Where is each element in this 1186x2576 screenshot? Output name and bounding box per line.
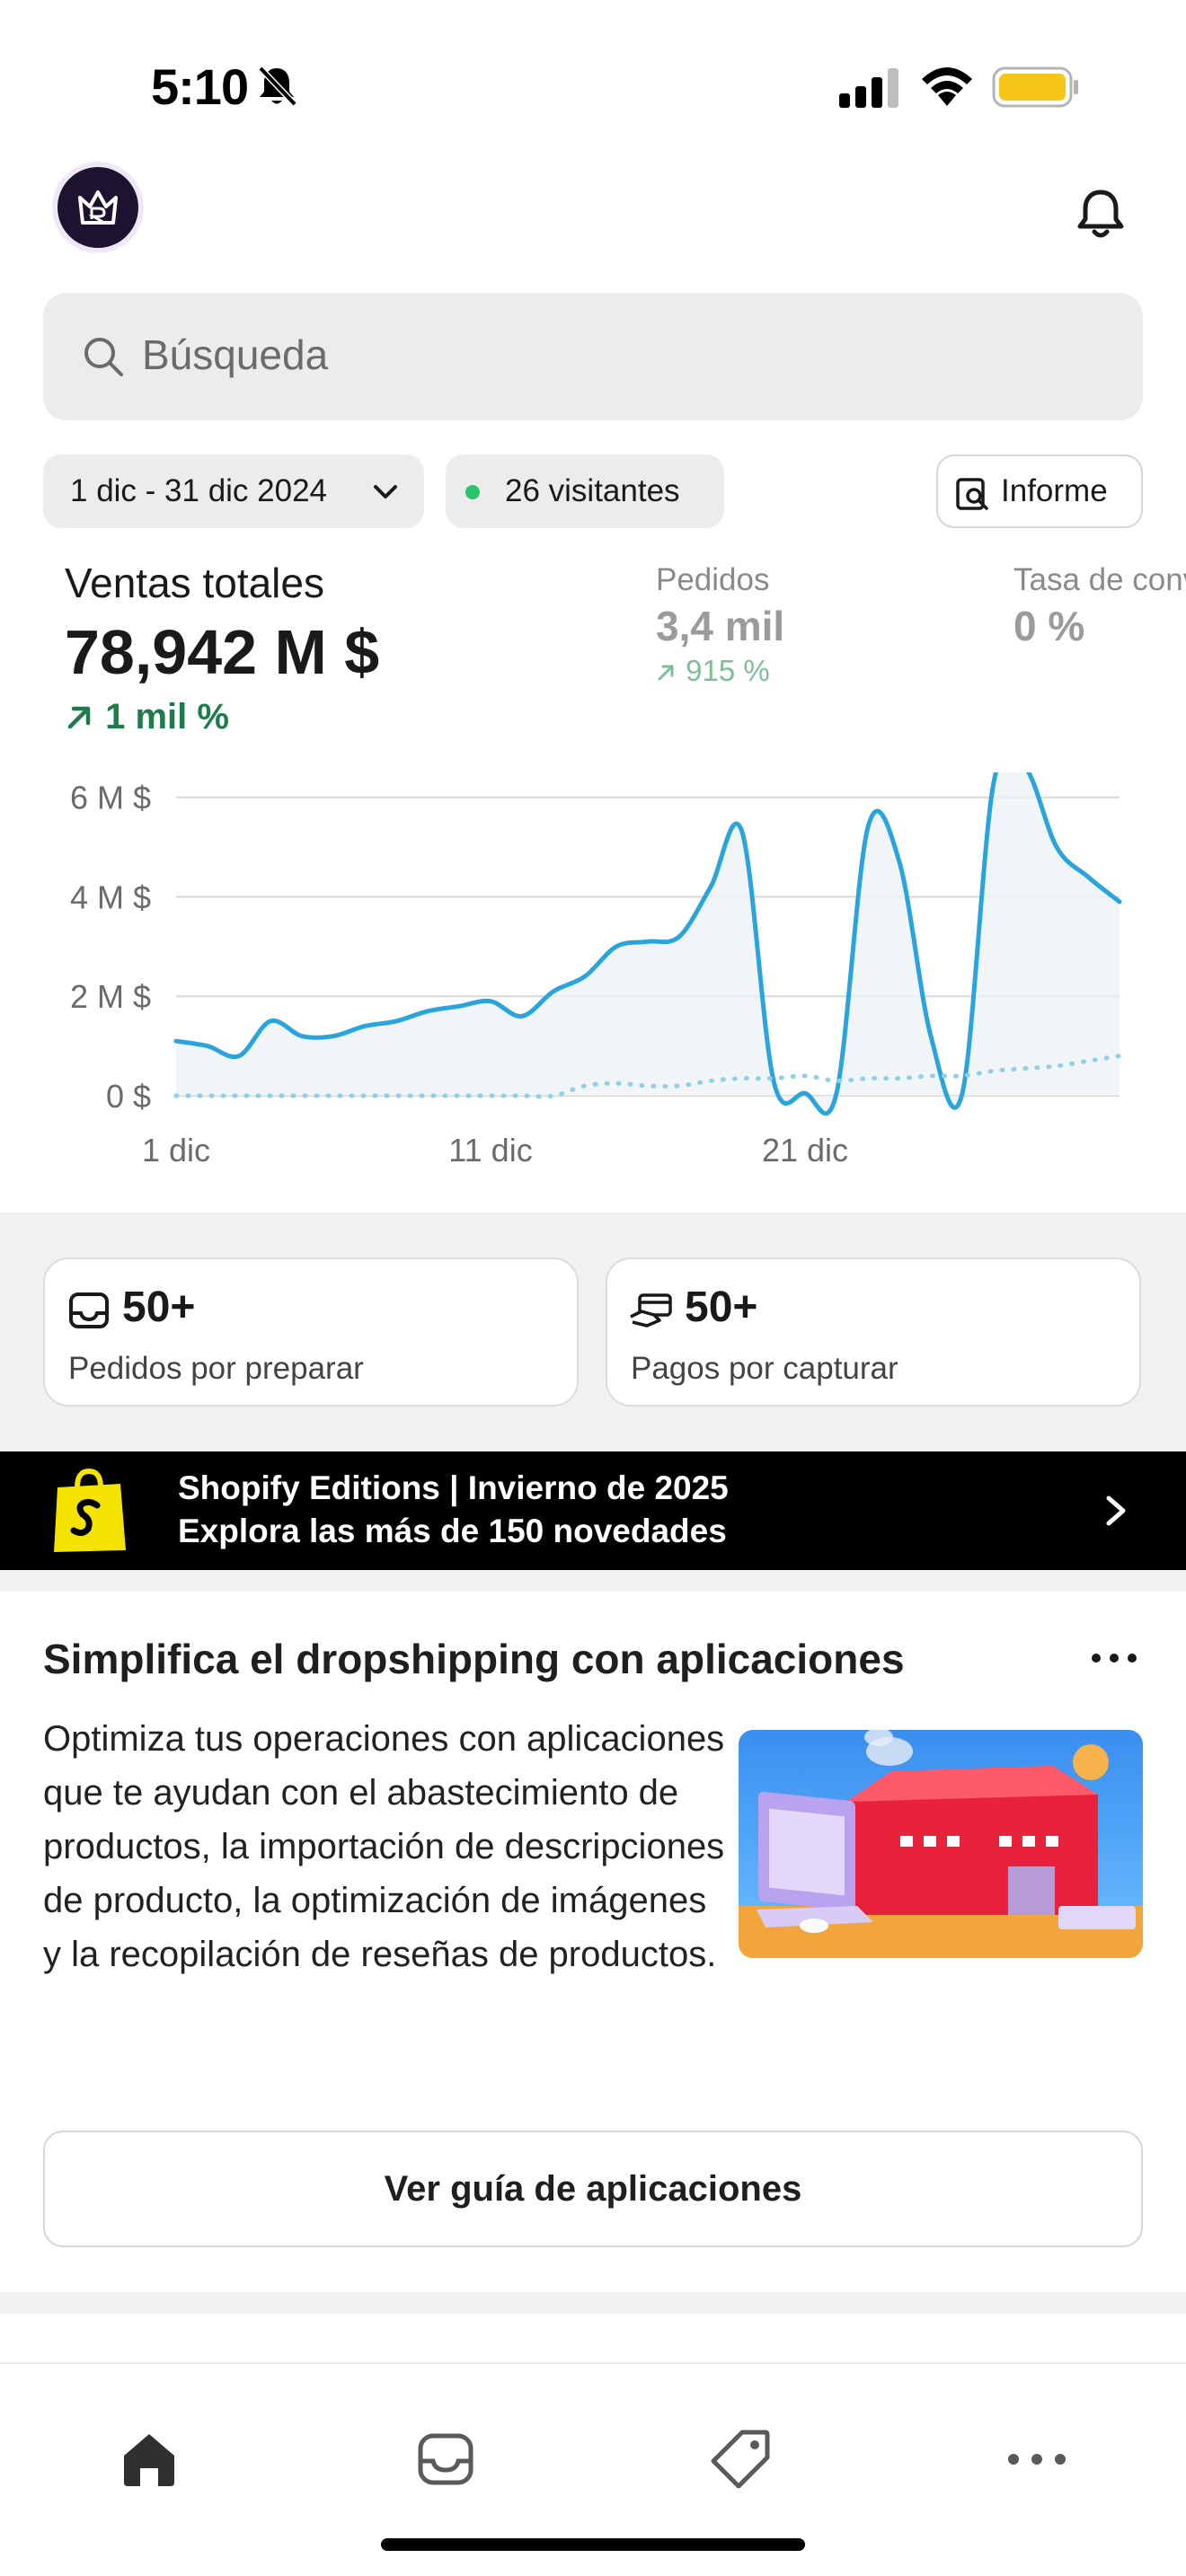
guide-description: Optimiza tus operaciones con aplicacione… <box>43 1719 725 1974</box>
shopify-editions-banner[interactable]: Shopify Editions | Invierno de 2025 Expl… <box>0 1451 1186 1570</box>
y-tick-label: 0 $ <box>106 1078 151 1115</box>
warehouse-illustration <box>739 1730 1143 1958</box>
store-crown-logo-icon <box>78 190 118 225</box>
tag-icon[interactable] <box>708 2427 773 2492</box>
bell-icon[interactable] <box>1069 183 1132 246</box>
arrow-up-right-icon <box>658 665 674 681</box>
battery-icon <box>992 66 1078 108</box>
promo-title: Shopify Editions | Invierno de 2025 <box>178 1469 729 1506</box>
search-input[interactable]: Búsqueda <box>43 293 1143 420</box>
report-search-icon <box>956 478 988 510</box>
orders-label: Pedidos <box>656 562 770 597</box>
home-indicator <box>381 2538 805 2551</box>
total-sales-change: 1 mil % <box>65 697 229 737</box>
chevron-down-icon <box>374 485 397 498</box>
metric-conversion[interactable]: Tasa de conversión 0 % <box>1013 548 1186 665</box>
orders-change-value: 915 % <box>686 654 770 687</box>
conversion-label: Tasa de conversión <box>1013 562 1186 597</box>
y-tick-label: 6 M $ <box>70 780 151 816</box>
orders-to-fulfill-count: 50+ <box>122 1284 196 1331</box>
live-status-dot <box>465 485 480 499</box>
more-icon[interactable] <box>1005 2427 1069 2492</box>
inbox-icon[interactable] <box>413 2427 478 2492</box>
x-tick-label: 21 dic <box>762 1132 848 1169</box>
date-range-label: 1 dic - 31 dic 2024 <box>70 473 328 508</box>
y-tick-label: 2 M $ <box>70 978 151 1015</box>
visitors-label: 26 visitantes <box>505 473 680 508</box>
section-divider <box>0 1570 1186 1592</box>
payments-to-capture-count: 50+ <box>685 1284 758 1331</box>
sales-chart: 0 $ 2 M $ 4 M $ 6 M $ 1 dic 11 dic 21 dic <box>70 772 1122 1169</box>
store-logo[interactable] <box>52 162 144 253</box>
total-sales-label: Ventas totales <box>65 560 324 606</box>
inbox-icon <box>69 1292 109 1328</box>
orders-to-fulfill-label: Pedidos por preparar <box>68 1351 364 1386</box>
guide-title: Simplifica el dropshipping con aplicacio… <box>43 1636 905 1682</box>
report-label: Informe <box>1001 473 1108 508</box>
y-tick-label: 4 M $ <box>70 878 151 915</box>
orders-value: 3,4 mil <box>656 603 785 649</box>
payment-icon <box>630 1293 672 1328</box>
shopify-bag-icon <box>54 1468 126 1552</box>
payments-to-capture-label: Pagos por capturar <box>631 1351 898 1386</box>
cellular-signal-icon <box>839 68 898 108</box>
search-icon <box>84 338 123 376</box>
silent-mode-icon <box>258 66 297 107</box>
chevron-right-icon <box>1106 1495 1126 1526</box>
date-range-selector[interactable]: 1 dic - 31 dic 2024 <box>43 454 424 528</box>
x-tick-label: 1 dic <box>142 1132 210 1169</box>
arrow-up-right-icon <box>67 706 91 729</box>
status-time: 5:10 <box>151 58 249 115</box>
report-button[interactable]: Informe <box>936 454 1143 528</box>
search-placeholder: Búsqueda <box>142 331 329 378</box>
total-sales-change-value: 1 mil % <box>105 697 229 737</box>
live-visitors-pill[interactable]: 26 visitantes <box>446 454 724 528</box>
orders-change: 915 % <box>656 654 770 688</box>
status-bar: 5:10 <box>0 0 1186 162</box>
conversion-value: 0 % <box>1013 603 1085 649</box>
more-options-icon[interactable] <box>1089 1647 1139 1669</box>
view-apps-guide-button[interactable]: Ver guía de aplicaciones <box>43 2130 1143 2247</box>
wifi-icon <box>922 67 972 106</box>
payments-to-capture-card[interactable]: 50+ Pagos por capturar <box>606 1257 1141 1407</box>
promo-subtitle: Explora las más de 150 novedades <box>178 1513 727 1549</box>
x-tick-label: 11 dic <box>448 1132 532 1169</box>
orders-to-fulfill-card[interactable]: 50+ Pedidos por preparar <box>43 1257 579 1407</box>
home-icon[interactable] <box>117 2427 181 2492</box>
total-sales-value: 78,942 M $ <box>65 617 380 687</box>
section-divider <box>0 2292 1186 2314</box>
